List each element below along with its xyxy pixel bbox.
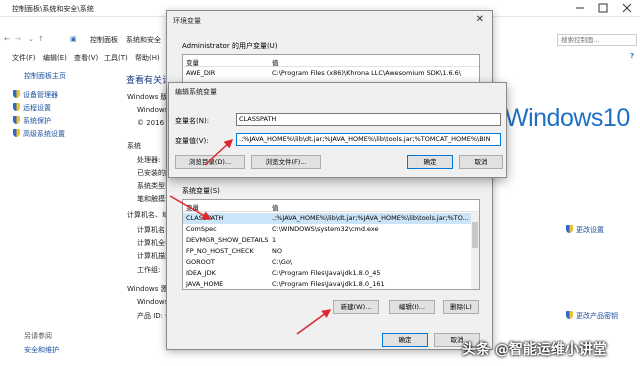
arrow-to-new-button — [296, 309, 332, 335]
arrow-to-value-field — [204, 138, 234, 166]
watermark: 头条 @智能运维小讲堂 — [462, 342, 607, 358]
annotation-arrows — [169, 138, 332, 335]
arrow-to-classpath — [169, 195, 212, 220]
